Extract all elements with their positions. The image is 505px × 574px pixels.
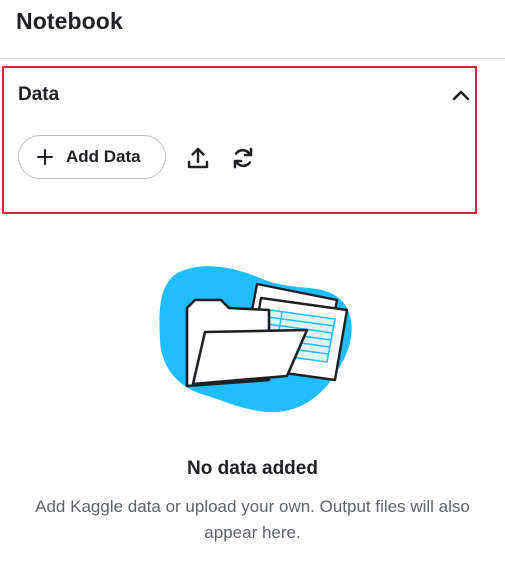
page-title: Notebook	[16, 8, 123, 34]
empty-state-description: Add Kaggle data or upload your own. Outp…	[35, 497, 470, 542]
notebook-header: Notebook	[0, 0, 505, 59]
refresh-icon	[233, 147, 253, 169]
upload-button[interactable]	[185, 145, 211, 171]
data-panel: Data Add Data	[2, 66, 477, 214]
chevron-up-icon	[452, 90, 470, 101]
collapse-button[interactable]	[450, 84, 472, 106]
add-data-button[interactable]: Add Data	[18, 135, 166, 179]
empty-state-title: No data added	[187, 458, 318, 479]
add-data-label: Add Data	[66, 147, 141, 166]
upload-icon	[187, 147, 209, 169]
plus-icon	[37, 149, 53, 165]
empty-data-illustration	[157, 262, 357, 414]
data-section-title: Data	[18, 84, 60, 105]
refresh-button[interactable]	[230, 145, 256, 171]
